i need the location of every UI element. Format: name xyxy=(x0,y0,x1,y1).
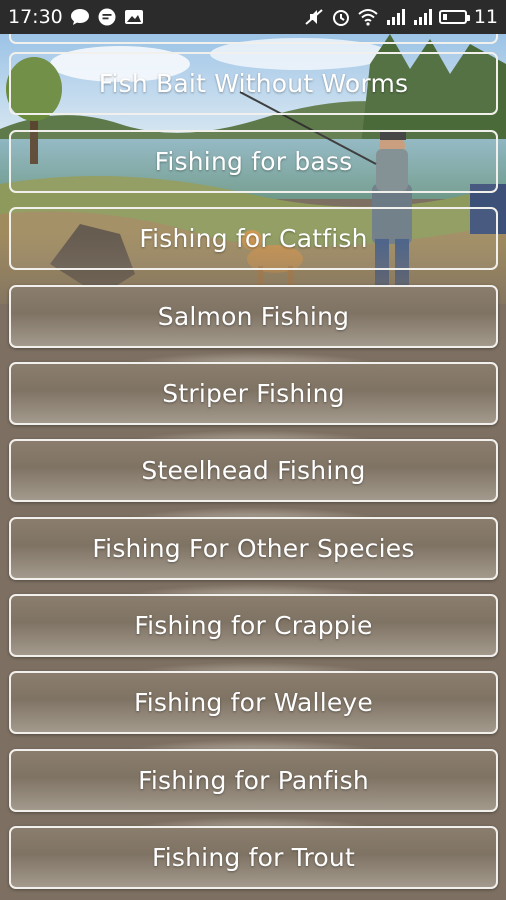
status-bar-right: 11 xyxy=(304,6,498,28)
battery-level: 11 xyxy=(473,6,498,28)
menu-item-other-species[interactable]: Fishing For Other Species xyxy=(9,517,498,580)
mute-icon xyxy=(304,8,324,26)
menu-item-trout[interactable]: Fishing for Trout xyxy=(9,826,498,889)
battery-icon xyxy=(438,10,470,24)
chat-bubble-icon xyxy=(70,8,90,26)
menu-item-bass[interactable]: Fishing for bass xyxy=(9,130,498,193)
menu-item-fish-bait[interactable]: Fish Bait Without Worms xyxy=(9,52,498,115)
signal-icon xyxy=(385,8,405,26)
menu-item-catfish[interactable]: Fishing for Catfish xyxy=(9,207,498,270)
menu-item-partial[interactable] xyxy=(9,34,498,44)
menu-list: Fish Bait Without Worms Fishing for bass… xyxy=(0,34,506,900)
menu-item-walleye[interactable]: Fishing for Walleye xyxy=(9,671,498,734)
clock: 17:30 xyxy=(8,6,63,28)
status-bar-left: 17:30 xyxy=(8,6,144,28)
image-notification-icon xyxy=(124,8,144,26)
menu-item-striper[interactable]: Striper Fishing xyxy=(9,362,498,425)
status-bar: 17:30 11 xyxy=(0,0,506,34)
menu-item-panfish[interactable]: Fishing for Panfish xyxy=(9,749,498,812)
alarm-icon xyxy=(331,8,351,26)
menu-item-salmon[interactable]: Salmon Fishing xyxy=(9,285,498,348)
signal-icon xyxy=(412,8,432,26)
menu-item-crappie[interactable]: Fishing for Crappie xyxy=(9,594,498,657)
message-icon xyxy=(97,8,117,26)
menu-item-steelhead[interactable]: Steelhead Fishing xyxy=(9,439,498,502)
wifi-icon xyxy=(358,8,378,26)
